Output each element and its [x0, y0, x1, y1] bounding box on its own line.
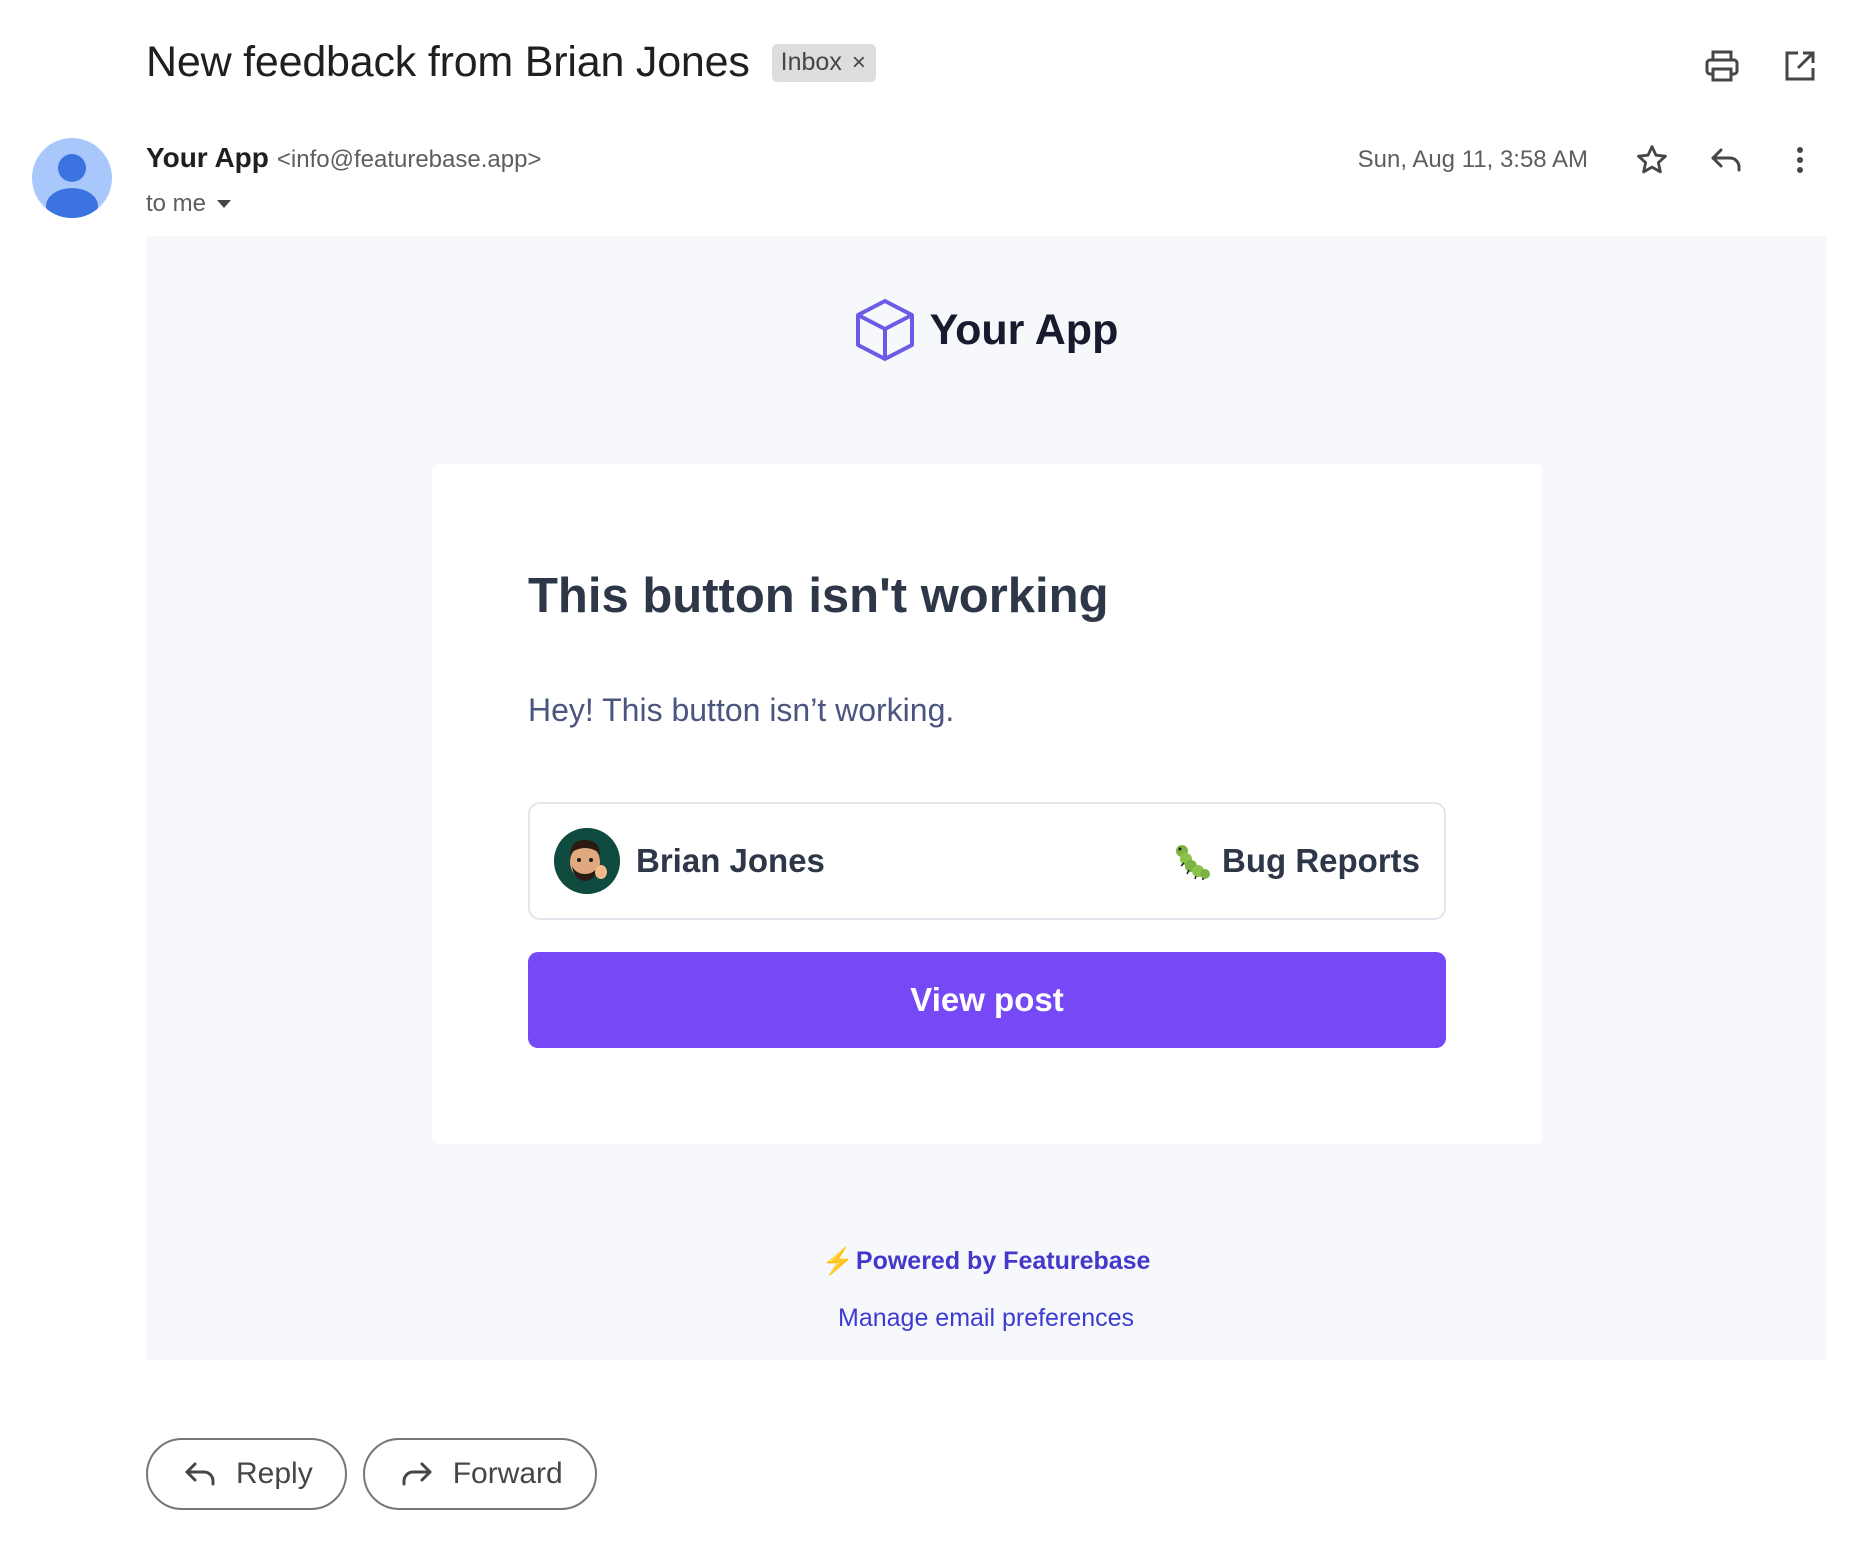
post-text: Hey! This button isn’t working.	[528, 692, 955, 728]
brand-name: Your App	[929, 305, 1119, 354]
post-title: This button isn't working	[528, 569, 1109, 623]
reply-icon	[185, 1462, 215, 1486]
forward-label: Forward	[452, 1457, 563, 1490]
sender-email: <info@featurebase.app>	[276, 146, 542, 173]
powered-by-text: Powered by Featurebase	[855, 1247, 1151, 1275]
label-text: Inbox	[780, 48, 842, 76]
reply-label: Reply	[236, 1457, 313, 1490]
subject-row: New feedback from Brian Jones Inbox ×	[146, 38, 876, 87]
reply-forward-actions: Reply Forward	[146, 1438, 597, 1510]
powered-by-link[interactable]: ⚡ Powered by Featurebase	[146, 1246, 1826, 1277]
sender-block: Your App <info@featurebase.app> to me	[146, 142, 541, 218]
reply-icon[interactable]	[1706, 140, 1746, 180]
sender-name[interactable]: Your App	[146, 142, 269, 174]
manage-email-preferences-link[interactable]: Manage email preferences	[146, 1304, 1826, 1333]
reply-button[interactable]: Reply	[146, 1438, 347, 1510]
post-info-box: Brian Jones Bug Reports	[528, 802, 1446, 920]
print-icon[interactable]	[1702, 46, 1742, 86]
caterpillar-icon	[1176, 845, 1210, 880]
board-tag: Bug Reports	[1172, 841, 1420, 881]
forward-icon	[402, 1462, 432, 1486]
remove-label-button[interactable]: ×	[852, 50, 866, 75]
inbox-label-chip[interactable]: Inbox ×	[771, 43, 876, 82]
author-name: Brian Jones	[636, 842, 825, 879]
author: Brian Jones	[554, 828, 825, 894]
brand-header: Your App	[146, 298, 1826, 362]
open-in-new-window-icon[interactable]	[1780, 46, 1820, 86]
star-icon[interactable]	[1632, 140, 1672, 180]
timestamp: Sun, Aug 11, 3:58 AM	[1357, 146, 1588, 173]
forward-button[interactable]: Forward	[362, 1438, 597, 1510]
recipient-details-toggle[interactable]: to me	[146, 190, 541, 218]
email-subject: New feedback from Brian Jones	[146, 38, 750, 86]
chevron-down-icon	[217, 200, 232, 208]
email-body: Your App This button isn't working Hey! …	[146, 236, 1826, 1360]
author-avatar	[554, 828, 620, 894]
top-toolbar	[1702, 46, 1820, 86]
view-post-button[interactable]: View post	[528, 952, 1446, 1048]
cube-logo-icon	[855, 299, 914, 361]
more-vertical-icon[interactable]	[1780, 140, 1820, 180]
sender-avatar[interactable]	[32, 138, 112, 218]
lightning-bolt-icon: ⚡	[821, 1246, 854, 1276]
board-name: Bug Reports	[1222, 842, 1420, 879]
recipient-text: to me	[146, 190, 207, 217]
feedback-card: This button isn't working Hey! This butt…	[432, 464, 1542, 1144]
message-meta: Sun, Aug 11, 3:58 AM	[1358, 140, 1820, 180]
